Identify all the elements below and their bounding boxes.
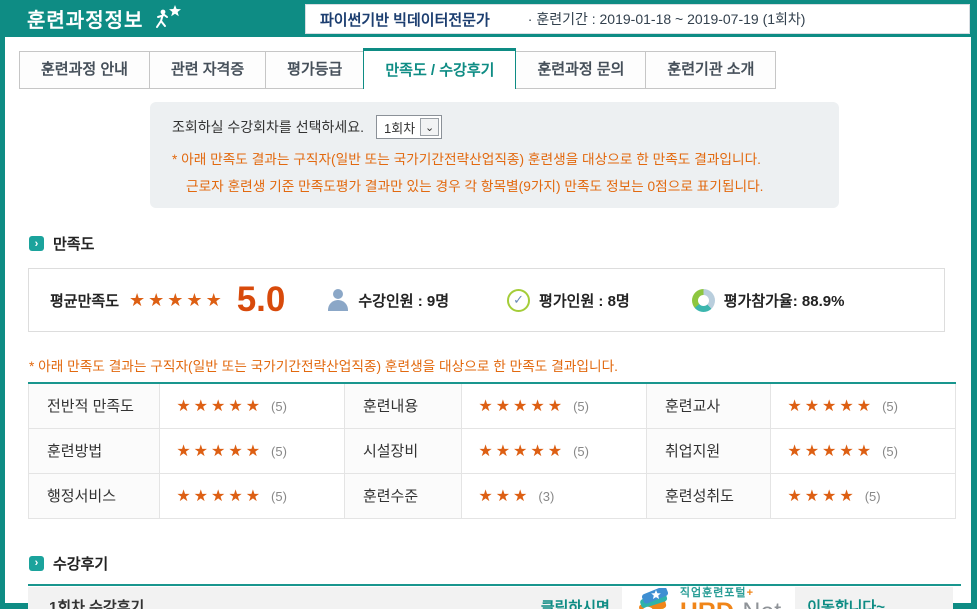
metric-rating: ★★★★★ (5): [771, 428, 956, 473]
rating-score: (5): [882, 444, 898, 459]
enrolled-count: 수강인원 : 9명: [285, 289, 449, 311]
session-select-label: 조회하실 수강회차를 선택하세요.: [172, 117, 364, 137]
page-title: 훈련과정정보: [27, 4, 143, 33]
satisfaction-table: 전반적 만족도 ★★★★★(5) 훈련내용 ★★★★★(5) 훈련교사 ★★★★…: [28, 382, 956, 519]
reviews-divider: [28, 584, 961, 586]
rating-score: (5): [882, 399, 898, 414]
training-period: · 훈련기간 : 2019-01-18 ~ 2019-07-19 (1회차): [528, 9, 806, 29]
hrdnet-logo-text: 직업훈련포털+ HRD-Net: [680, 588, 781, 609]
metric-label: 시설장비: [344, 428, 461, 473]
evaluated-count-label: 평가인원 : 8명: [539, 290, 630, 311]
metric-rating: ★★★★★ (5): [160, 428, 345, 473]
metric-label: 전반적 만족도: [29, 383, 160, 428]
hrdnet-logo-link[interactable]: 직업훈련포털+ HRD-Net: [622, 587, 795, 609]
rating-score: (5): [865, 489, 881, 504]
table-row: 전반적 만족도 ★★★★★ (5) 훈련내용 ★★★★★ (5) 훈련교사 ★★★★…: [29, 383, 956, 428]
notice-line-1: * 아래 만족도 결과는 구직자(일반 또는 국가기간전략산업직종) 훈련생을 …: [172, 148, 817, 168]
course-name: 파이썬기반 빅데이터전문가: [320, 9, 490, 30]
metric-rating: ★★★★★ (5): [771, 383, 956, 428]
logo-hrd: HRD: [680, 598, 734, 609]
star-rating: ★★★: [478, 488, 530, 505]
star-rating: ★★★★★: [478, 398, 565, 415]
metric-label: 훈련내용: [344, 383, 461, 428]
rating-score: (5): [573, 444, 589, 459]
tab-certificates[interactable]: 관련 자격증: [149, 51, 266, 89]
page-header: 훈련과정정보 파이썬기반 빅데이터전문가 · 훈련기간 : 2019-01-18…: [0, 0, 977, 37]
avg-star-rating: ★★★★★: [129, 290, 225, 311]
satisfaction-section-header: › 만족도: [29, 233, 971, 254]
avg-satisfaction-label: 평균만족도: [50, 290, 119, 311]
metric-label: 훈련수준: [344, 473, 461, 518]
notice-line-2: 근로자 훈련생 기준 만족도평가 결과만 있는 경우 각 항목별(9가지) 만족…: [186, 175, 817, 195]
metric-rating: ★★★★★ (5): [462, 428, 647, 473]
rating-score: (3): [538, 489, 554, 504]
rating-score: (5): [271, 489, 287, 504]
review-row[interactable]: 1회차 수강후기 클릭하시면: [28, 587, 953, 609]
metric-rating: ★★★★★ (5): [160, 383, 345, 428]
enrolled-count-label: 수강인원 : 9명: [358, 290, 449, 311]
hrdnet-logo-icon: [634, 588, 672, 609]
tab-bar: 훈련과정 안내 관련 자격증 평가등급 만족도 / 수강후기 훈련과정 문의 훈…: [20, 48, 971, 89]
person-icon: [327, 289, 349, 311]
rating-score: (5): [271, 399, 287, 414]
metric-rating: ★★★★ (5): [771, 473, 956, 518]
check-circle-icon: ✓: [507, 289, 530, 312]
participation-rate: 평가참가율: 88.9%: [630, 289, 845, 312]
reviews-section-title: 수강후기: [53, 553, 108, 574]
star-rating: ★★★★★: [787, 398, 874, 415]
reviews-section-header: › 수강후기: [29, 553, 971, 574]
content-panel: 훈련과정 안내 관련 자격증 평가등급 만족도 / 수강후기 훈련과정 문의 훈…: [5, 37, 971, 603]
page-frame: 훈련과정정보 파이썬기반 빅데이터전문가 · 훈련기간 : 2019-01-18…: [0, 0, 977, 609]
notice-box: 조회하실 수강회차를 선택하세요. 1회차 ⌄ * 아래 만족도 결과는 구직자…: [150, 102, 839, 208]
metric-rating: ★★★★★ (5): [160, 473, 345, 518]
metric-label: 훈련성취도: [646, 473, 770, 518]
session-select[interactable]: 1회차 ⌄: [376, 115, 442, 139]
metric-label: 훈련교사: [646, 383, 770, 428]
arrow-bullet-icon: ›: [29, 556, 44, 571]
move-prompt-text: 이동합니다~: [807, 596, 885, 609]
arrow-bullet-icon: ›: [29, 236, 44, 251]
satisfaction-section-title: 만족도: [53, 233, 94, 254]
chevron-down-icon: ⌄: [420, 118, 439, 136]
evaluated-count: ✓ 평가인원 : 8명: [449, 289, 630, 312]
metric-label: 취업지원: [646, 428, 770, 473]
tab-course-guide[interactable]: 훈련과정 안내: [19, 51, 150, 89]
star-rating: ★★★★★: [176, 443, 263, 460]
tab-satisfaction-reviews[interactable]: 만족도 / 수강후기: [363, 48, 516, 89]
star-rating: ★★★★★: [787, 443, 874, 460]
logo-net: -Net: [734, 598, 781, 609]
satisfaction-table-note: * 아래 만족도 결과는 구직자(일반 또는 국가기간전략산업직종) 훈련생을 …: [29, 355, 971, 375]
donut-chart-icon: [692, 289, 715, 312]
participation-rate-label: 평가참가율: 88.9%: [724, 290, 845, 311]
table-row: 행정서비스 ★★★★★ (5) 훈련수준 ★★★ (3) 훈련성취도 ★★★★ (5): [29, 473, 956, 518]
rating-score: (5): [573, 399, 589, 414]
session-select-value: 1회차: [384, 118, 415, 137]
table-row: 훈련방법 ★★★★★ (5) 시설장비 ★★★★★ (5) 취업지원 ★★★★★ (5…: [29, 428, 956, 473]
metric-rating: ★★★ (3): [462, 473, 647, 518]
metric-label: 훈련방법: [29, 428, 160, 473]
avg-score-value: 5.0: [237, 280, 286, 320]
course-info-strip: 파이썬기반 빅데이터전문가 · 훈련기간 : 2019-01-18 ~ 2019…: [305, 4, 970, 34]
satisfaction-summary-card: 평균만족도 ★★★★★ 5.0 수강인원 : 9명 ✓ 평가인원 : 8명 평가…: [28, 268, 945, 332]
metric-rating: ★★★★★ (5): [462, 383, 647, 428]
metric-label: 행정서비스: [29, 473, 160, 518]
tab-course-inquiry[interactable]: 훈련과정 문의: [515, 51, 646, 89]
star-rating: ★★★★★: [478, 443, 565, 460]
review-row-right: 클릭하시면 직업훈련포털+ HRD-: [541, 587, 953, 609]
tab-institution-intro[interactable]: 훈련기관 소개: [645, 51, 776, 89]
review-row-title: 1회차 수강후기: [49, 596, 144, 609]
star-rating: ★★★★★: [176, 398, 263, 415]
rating-score: (5): [271, 444, 287, 459]
star-rating: ★★★★: [787, 488, 856, 505]
jumping-person-star-icon: [153, 3, 183, 34]
click-prompt-text: 클릭하시면: [541, 596, 610, 609]
tab-rating[interactable]: 평가등급: [265, 51, 364, 89]
star-rating: ★★★★★: [176, 488, 263, 505]
